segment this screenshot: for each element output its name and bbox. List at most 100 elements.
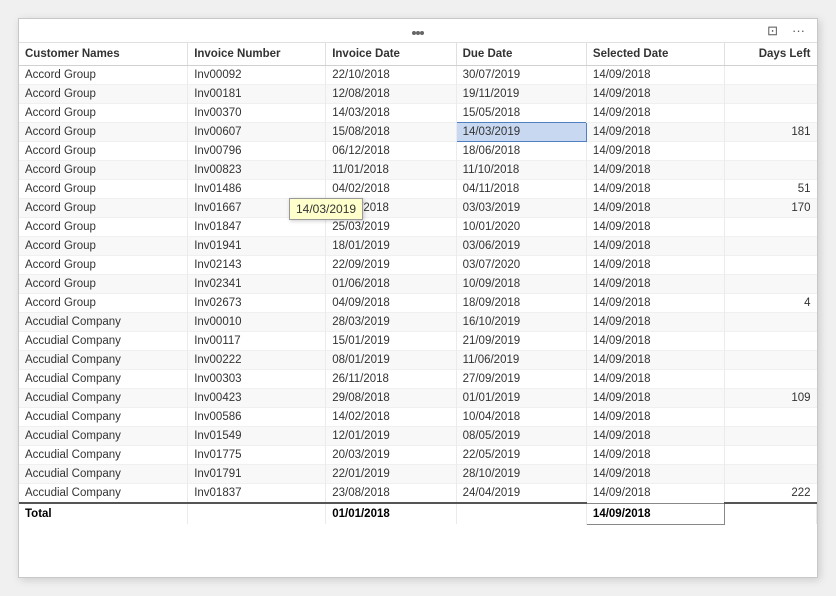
table-cell: Accord Group — [19, 104, 188, 123]
table-cell: Accord Group — [19, 85, 188, 104]
table-cell: 30/07/2019 — [456, 66, 586, 85]
table-cell — [724, 351, 816, 370]
table-cell: Inv01791 — [188, 465, 326, 484]
table-row[interactable]: Accord GroupInv0148604/02/201804/11/2018… — [19, 180, 817, 199]
table-row[interactable]: Accord GroupInv0079606/12/201818/06/2018… — [19, 142, 817, 161]
table-cell: 51 — [724, 180, 816, 199]
table-cell: 11/04/2018 — [326, 199, 456, 218]
table-header: Customer Names Invoice Number Invoice Da… — [19, 43, 817, 66]
table-cell — [724, 161, 816, 180]
table-cell: Inv01775 — [188, 446, 326, 465]
table-cell: 12/01/2019 — [326, 427, 456, 446]
table-cell: Inv01549 — [188, 427, 326, 446]
table-row[interactable]: Accord GroupInv0060715/08/201814/03/2019… — [19, 123, 817, 142]
table-cell: 22/01/2019 — [326, 465, 456, 484]
table-cell: 03/06/2019 — [456, 237, 586, 256]
table-cell: 10/09/2018 — [456, 275, 586, 294]
table-cell: 14/09/2018 — [586, 66, 724, 85]
table-cell: 03/07/2020 — [456, 256, 586, 275]
table-cell: 14/09/2018 — [586, 104, 724, 123]
table-cell: 109 — [724, 389, 816, 408]
table-row[interactable]: Accord GroupInv0037014/03/201815/05/2018… — [19, 104, 817, 123]
more-button[interactable]: ··· — [788, 21, 809, 40]
footer-total-label: Total — [19, 503, 188, 524]
table-row[interactable]: Accudial CompanyInv0030326/11/201827/09/… — [19, 370, 817, 389]
table-row[interactable]: Accudial CompanyInv0011715/01/201921/09/… — [19, 332, 817, 351]
table-cell — [724, 370, 816, 389]
table-row[interactable]: Accudial CompanyInv0179122/01/201928/10/… — [19, 465, 817, 484]
table-cell: 14/09/2018 — [586, 142, 724, 161]
table-cell: Inv00796 — [188, 142, 326, 161]
table-cell: 4 — [724, 294, 816, 313]
table-cell: Accudial Company — [19, 446, 188, 465]
table-cell: Accudial Company — [19, 408, 188, 427]
table-cell: 22/10/2018 — [326, 66, 456, 85]
table-cell: 24/04/2019 — [456, 484, 586, 504]
col-header-due-date: Due Date — [456, 43, 586, 66]
table-cell: 14/02/2018 — [326, 408, 456, 427]
table-row[interactable]: Accudial CompanyInv0022208/01/201911/06/… — [19, 351, 817, 370]
table-cell — [724, 256, 816, 275]
table-cell: Accord Group — [19, 142, 188, 161]
table-row[interactable]: Accord GroupInv0234101/06/201810/09/2018… — [19, 275, 817, 294]
table-cell: 28/10/2019 — [456, 465, 586, 484]
table-row[interactable]: Accudial CompanyInv0183723/08/201824/04/… — [19, 484, 817, 504]
table-row[interactable]: Accord GroupInv0214322/09/201903/07/2020… — [19, 256, 817, 275]
table-cell: 18/06/2018 — [456, 142, 586, 161]
table-cell: 14/09/2018 — [586, 294, 724, 313]
table-cell: 28/03/2019 — [326, 313, 456, 332]
title-bar-actions: ⊡ ··· — [763, 21, 809, 41]
table-row[interactable]: Accudial CompanyInv0042329/08/201801/01/… — [19, 389, 817, 408]
table-row[interactable]: Accudial CompanyInv0177520/03/201922/05/… — [19, 446, 817, 465]
table-row[interactable]: Accord GroupInv0267304/09/201818/09/2018… — [19, 294, 817, 313]
table-cell: 23/08/2018 — [326, 484, 456, 504]
table-cell: 04/09/2018 — [326, 294, 456, 313]
table-cell — [724, 218, 816, 237]
table-cell: 16/10/2019 — [456, 313, 586, 332]
expand-button[interactable]: ⊡ — [763, 21, 782, 41]
table-cell — [724, 142, 816, 161]
table-cell — [724, 446, 816, 465]
title-bar-drag-handle[interactable] — [412, 24, 424, 38]
table-cell: 11/06/2019 — [456, 351, 586, 370]
table-row[interactable]: Accudial CompanyInv0154912/01/201908/05/… — [19, 427, 817, 446]
table-cell: 14/09/2018 — [586, 237, 724, 256]
table-row[interactable]: Accord GroupInv0166711/04/201803/03/2019… — [19, 199, 817, 218]
table-cell: 22/05/2019 — [456, 446, 586, 465]
table-cell: 14/09/2018 — [586, 427, 724, 446]
table-cell: 14/09/2018 — [586, 446, 724, 465]
table-row[interactable]: Accord GroupInv0082311/01/201811/10/2018… — [19, 161, 817, 180]
table-cell: 14/09/2018 — [586, 370, 724, 389]
table-cell: Accudial Company — [19, 465, 188, 484]
table-cell: Accord Group — [19, 180, 188, 199]
table-cell: Accudial Company — [19, 427, 188, 446]
table-cell: 19/11/2019 — [456, 85, 586, 104]
table-cell: 14/09/2018 — [586, 484, 724, 504]
table-cell: Accord Group — [19, 275, 188, 294]
table-row[interactable]: Accord GroupInv0009222/10/201830/07/2019… — [19, 66, 817, 85]
table-row[interactable]: Accudial CompanyInv0001028/03/201916/10/… — [19, 313, 817, 332]
table-cell: 27/09/2019 — [456, 370, 586, 389]
table-cell: Inv00823 — [188, 161, 326, 180]
table-row[interactable]: Accord GroupInv0184725/03/201910/01/2020… — [19, 218, 817, 237]
table-cell: 14/09/2018 — [586, 218, 724, 237]
col-header-days-left: Days Left — [724, 43, 816, 66]
content-area: Customer Names Invoice Number Invoice Da… — [19, 43, 817, 577]
table-cell: 14/09/2018 — [586, 408, 724, 427]
table-cell: Inv00092 — [188, 66, 326, 85]
table-cell: 01/06/2018 — [326, 275, 456, 294]
table-row[interactable]: Accord GroupInv0018112/08/201819/11/2019… — [19, 85, 817, 104]
table-cell: Inv01941 — [188, 237, 326, 256]
table-cell: Accord Group — [19, 237, 188, 256]
table-cell: 14/09/2018 — [586, 199, 724, 218]
table-cell: 14/03/2019 — [456, 123, 586, 142]
table-row[interactable]: Accord GroupInv0194118/01/201903/06/2019… — [19, 237, 817, 256]
table-cell: 11/01/2018 — [326, 161, 456, 180]
table-cell: 14/09/2018 — [586, 123, 724, 142]
table-container[interactable]: Customer Names Invoice Number Invoice Da… — [19, 43, 817, 577]
table-cell — [724, 275, 816, 294]
table-cell: 10/04/2018 — [456, 408, 586, 427]
table-row[interactable]: Accudial CompanyInv0058614/02/201810/04/… — [19, 408, 817, 427]
table-cell: 170 — [724, 199, 816, 218]
table-cell: Inv02341 — [188, 275, 326, 294]
